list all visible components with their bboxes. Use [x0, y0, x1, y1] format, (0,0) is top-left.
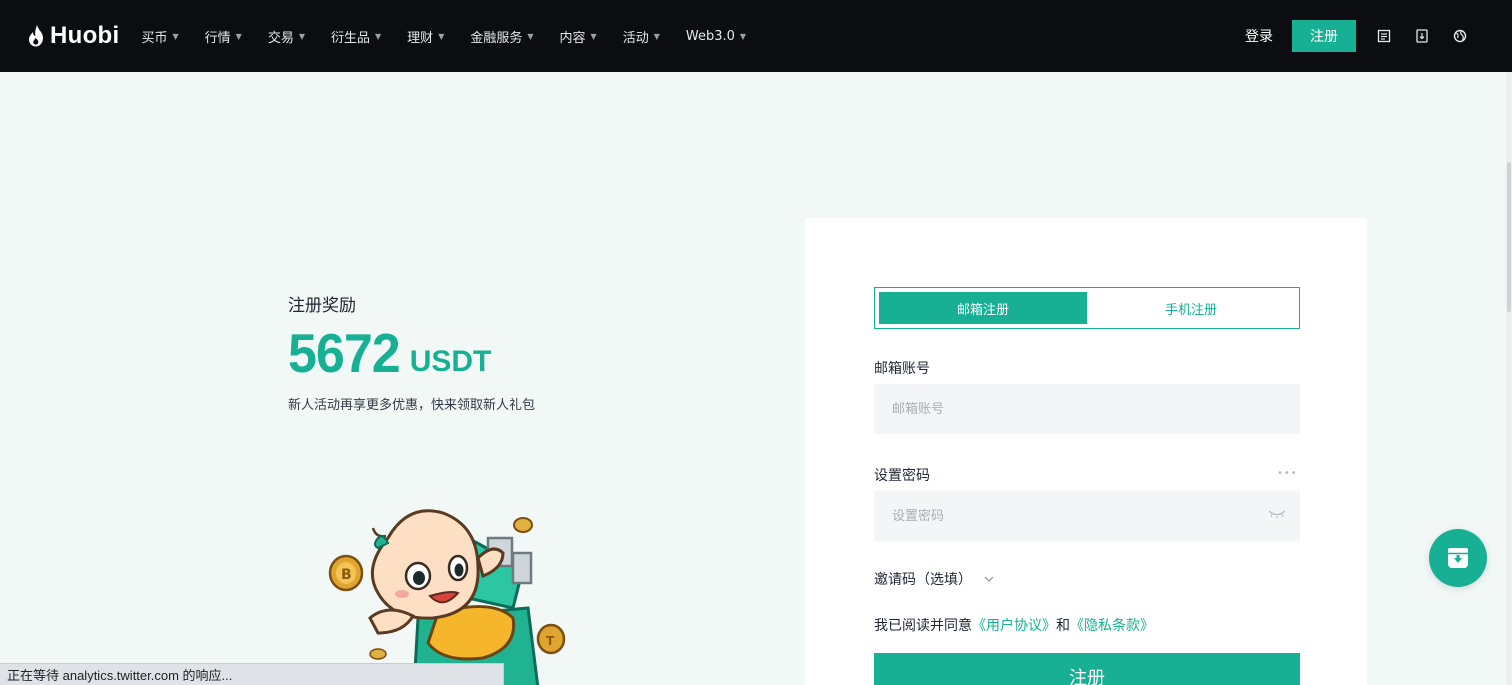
caret-down-icon: ▼ [375, 31, 382, 41]
register-button[interactable]: 注册 [1292, 20, 1356, 52]
login-link[interactable]: 登录 [1245, 26, 1273, 46]
nav-item-label: 金融服务 [470, 30, 523, 46]
orders-icon[interactable] [1376, 28, 1392, 44]
agree-and: 和 [1056, 618, 1070, 634]
nav-item-label: 衍生品 [331, 30, 371, 46]
caret-down-icon: ▼ [172, 31, 179, 41]
top-navbar: Huobi 买币 ▼ 行情 ▼ 交易 ▼ 衍生品 ▼ 理财 ▼ 金融服务 ▼ 内容 ▼ 活动 ▼… [0, 0, 1512, 72]
page: Huobi 买币 ▼ 行情 ▼ 交易 ▼ 衍生品 ▼ 理财 ▼ 金融服务 ▼ 内容 ▼ 活动 ▼… [0, 0, 1512, 685]
download-icon[interactable] [1414, 28, 1430, 44]
invite-code-label: 邀请码（选填） [874, 572, 972, 588]
caret-down-icon: ▼ [235, 31, 242, 41]
caret-down-icon: ▼ [653, 31, 660, 41]
caret-down-icon: ▼ [739, 31, 747, 41]
caret-down-icon: ▼ [590, 31, 597, 41]
nav-item-financial-services[interactable]: 金融服务 ▼ [470, 27, 533, 46]
svg-text:T: T [546, 634, 555, 648]
nav-item-label: 买币 [141, 30, 168, 46]
more-dots-icon: ••• [1277, 468, 1298, 479]
nav-menu: 买币 ▼ 行情 ▼ 交易 ▼ 衍生品 ▼ 理财 ▼ 金融服务 ▼ 内容 ▼ 活动 ▼ Web3.… [141, 27, 772, 46]
register-method-tabs: 邮箱注册 手机注册 [874, 287, 1300, 329]
floating-download-button[interactable] [1429, 529, 1487, 587]
promo-amount-unit: USDT [409, 345, 492, 378]
nav-item-label: 活动 [622, 30, 649, 46]
nav-item-label: Web3.0 [685, 28, 735, 44]
nav-item-markets[interactable]: 行情 ▼ [205, 27, 242, 46]
tab-email-register[interactable]: 邮箱注册 [879, 292, 1087, 324]
caret-down-icon: ▼ [527, 31, 534, 41]
download-box-icon [1448, 548, 1468, 568]
huobi-flame-icon [29, 25, 43, 47]
caret-down-icon: ▼ [438, 31, 445, 41]
nav-item-web3[interactable]: Web3.0 ▼ [686, 29, 746, 44]
agree-prefix: 我已阅读并同意 [874, 618, 972, 634]
nav-item-label: 行情 [204, 30, 231, 46]
submit-register-button[interactable]: 注册 [874, 653, 1300, 685]
page-scrollbar[interactable] [1506, 72, 1512, 685]
email-label: 邮箱账号 [874, 361, 930, 377]
promo-subtitle: 新人活动再享更多优惠，快来领取新人礼包 [288, 398, 536, 413]
password-label: 设置密码 [874, 468, 930, 484]
huobi-logo[interactable]: Huobi [26, 22, 119, 50]
user-agreement-link[interactable]: 《用户协议》 [972, 618, 1056, 634]
nav-item-trade[interactable]: 交易 ▼ [268, 27, 305, 46]
promo-hero: 注册奖励 5672 USDT 新人活动再享更多优惠，快来领取新人礼包 [288, 291, 535, 413]
tab-phone-register[interactable]: 手机注册 [1087, 292, 1295, 324]
nav-right: 登录 注册 [1245, 0, 1512, 72]
logo-text: Huobi [50, 22, 120, 49]
register-panel: 邮箱注册 手机注册 邮箱账号 设置密码 ••• 邀请码（选填） 我已阅读并同意《… [805, 218, 1367, 685]
promo-title: 注册奖励 [288, 296, 356, 316]
password-input[interactable] [874, 491, 1300, 541]
eye-closed-icon[interactable] [1268, 509, 1286, 519]
nav-item-content[interactable]: 内容 ▼ [560, 27, 597, 46]
nav-item-label: 内容 [559, 30, 586, 46]
nav-item-label: 理财 [407, 30, 434, 46]
chevron-down-icon [984, 576, 994, 582]
language-globe-icon[interactable] [1452, 28, 1468, 44]
nav-item-derivatives[interactable]: 衍生品 ▼ [331, 27, 381, 46]
mascot-gift-illustration: B T [328, 509, 566, 685]
scrollbar-thumb[interactable] [1507, 162, 1511, 312]
invite-code-toggle[interactable]: 邀请码（选填） [874, 569, 994, 589]
browser-status-bar: 正在等待 analytics.twitter.com 的响应... [0, 663, 504, 685]
privacy-policy-link[interactable]: 《隐私条款》 [1070, 618, 1154, 634]
nav-item-activities[interactable]: 活动 ▼ [623, 27, 660, 46]
email-input[interactable] [874, 384, 1300, 434]
promo-amount: 5672 USDT [288, 323, 535, 385]
svg-text:B: B [341, 567, 352, 583]
nav-item-label: 交易 [267, 30, 294, 46]
nav-item-earn[interactable]: 理财 ▼ [407, 27, 444, 46]
agreement-text: 我已阅读并同意《用户协议》和《隐私条款》 [874, 615, 1154, 635]
caret-down-icon: ▼ [298, 31, 305, 41]
promo-amount-number: 5672 [288, 323, 401, 385]
nav-item-buy-crypto[interactable]: 买币 ▼ [141, 27, 178, 46]
